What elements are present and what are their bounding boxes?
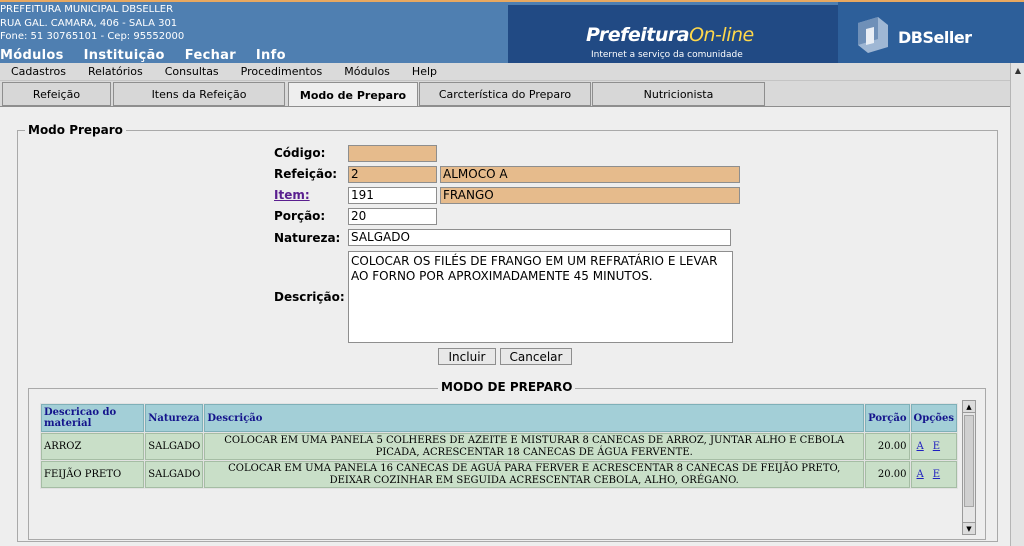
refeicao-name-field[interactable]: ALMOCO A [440,166,740,183]
menu-procedimentos[interactable]: Procedimentos [230,65,334,78]
app-menubar: Cadastros Relatórios Consultas Procedime… [0,63,1010,81]
cell-opcoes: AE [910,461,957,488]
modo-preparo-legend: Modo Preparo [25,123,126,137]
menu-relatorios[interactable]: Relatórios [77,65,154,78]
col-header-descricao[interactable]: Descrição [204,404,865,432]
org-address: RUA GAL. CAMARA, 406 - SALA 301 [0,17,178,29]
natureza-label: Natureza: [274,231,341,245]
alterar-link[interactable]: A [917,441,924,452]
item-lookup-link[interactable]: Item: [274,188,310,202]
cell-descricao: COLOCAR EM UMA PANELA 5 COLHERES DE AZEI… [204,433,865,460]
item-name-field[interactable]: FRANGO [440,187,740,204]
grid-header-row: Descricao do material Natureza Descrição… [41,404,957,432]
excluir-link[interactable]: E [933,441,940,452]
menu-modulos[interactable]: Módulos [333,65,401,78]
top-menu-instituicao[interactable]: Instituição [84,48,165,63]
grid-scroll-thumb[interactable] [964,415,974,507]
natureza-field[interactable]: SALGADO [348,229,731,246]
cell-opcoes: AE [910,433,957,460]
logo-tagline: Internet a serviço da comunidade [591,50,743,60]
dbseller-logo-text: DBSeller [898,28,972,47]
item-code-field[interactable]: 191 [348,187,437,204]
tab-modo-de-preparo[interactable]: Modo de Preparo [288,82,418,107]
logo-prefeitura-text: Prefeitura [586,24,690,46]
cell-descricao: COLOCAR EM UMA PANELA 16 CANECAS DE AGUÁ… [204,461,865,488]
descricao-label: Descrição: [274,290,345,304]
top-menu-modulos[interactable]: Módulos [0,48,64,63]
scroll-up-icon[interactable]: ▲ [1011,63,1024,77]
top-menu-info[interactable]: Info [256,48,286,63]
org-name: PREFEITURA MUNICIPAL DBSELLER [0,4,174,15]
grid-scroll-up-icon[interactable]: ▲ [963,401,975,413]
main-panel: Modo Preparo Código: Refeição: 2 ALMOCO … [0,106,1010,546]
col-header-porcao[interactable]: Porção [865,404,910,432]
cancelar-button[interactable]: Cancelar [500,348,572,365]
dbseller-logo-icon [858,17,888,53]
incluir-button[interactable]: Incluir [438,348,496,365]
codigo-field[interactable] [348,145,437,162]
table-row: FEIJÃO PRETO SALGADO COLOCAR EM UMA PANE… [41,461,957,488]
col-header-material[interactable]: Descricao do material [41,404,145,432]
excluir-link[interactable]: E [933,469,940,480]
cell-porcao: 20.00 [865,433,910,460]
col-header-opcoes: Opções [910,404,957,432]
tab-bar: Refeição Itens da Refeição Modo de Prepa… [0,82,1010,107]
cell-natureza: SALGADO [145,461,204,488]
prefeitura-online-logo: PrefeituraOn-line [586,24,754,46]
table-row: ARROZ SALGADO COLOCAR EM UMA PANELA 5 CO… [41,433,957,460]
tab-refeicao[interactable]: Refeição [2,82,111,106]
grid-table: Descricao do material Natureza Descrição… [40,403,958,489]
logo-online-text: On-line [689,24,754,46]
porcao-label: Porção: [274,209,326,223]
menu-consultas[interactable]: Consultas [154,65,230,78]
codigo-label: Código: [274,146,326,160]
cell-natureza: SALGADO [145,433,204,460]
org-phone: Fone: 51 30765101 - Cep: 95552000 [0,31,185,42]
org-info: PREFEITURA MUNICIPAL DBSELLER RUA GAL. C… [0,3,184,44]
tab-itens-da-refeicao[interactable]: Itens da Refeição [113,82,285,106]
top-menu-fechar[interactable]: Fechar [185,48,236,63]
menu-cadastros[interactable]: Cadastros [0,65,77,78]
refeicao-label: Refeição: [274,167,338,181]
tab-nutricionista[interactable]: Nutricionista [592,82,765,106]
porcao-field[interactable]: 20 [348,208,437,225]
top-menu: Módulos Instituição Fechar Info [0,48,306,63]
grid-scrollbar[interactable]: ▲ ▼ [962,400,976,535]
cell-material: ARROZ [41,433,145,460]
modo-preparo-grid: Descricao do material Natureza Descrição… [40,403,958,489]
alterar-link[interactable]: A [917,469,924,480]
app-header: PREFEITURA MUNICIPAL DBSELLER RUA GAL. C… [0,0,1024,63]
grid-scroll-down-icon[interactable]: ▼ [963,522,975,534]
menu-help[interactable]: Help [401,65,448,78]
cell-material: FEIJÃO PRETO [41,461,145,488]
refeicao-code-field[interactable]: 2 [348,166,437,183]
grid-legend: MODO DE PREPARO [438,380,576,394]
descricao-textarea[interactable]: COLOCAR OS FILÉS DE FRANGO EM UM REFRATÁ… [348,251,733,343]
cell-porcao: 20.00 [865,461,910,488]
tab-caracteristica-do-preparo[interactable]: Carcterística do Preparo [419,82,591,106]
col-header-natureza[interactable]: Natureza [145,404,204,432]
page-scrollbar[interactable]: ▲ [1010,63,1024,546]
